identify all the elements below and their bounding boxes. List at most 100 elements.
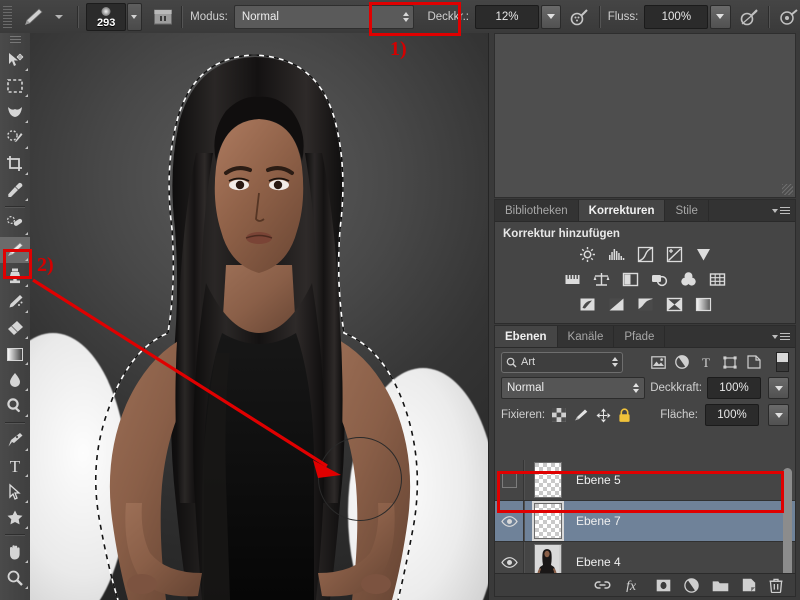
brightness-contrast-icon[interactable] bbox=[578, 245, 597, 264]
tab-korrekturen[interactable]: Korrekturen bbox=[578, 200, 666, 221]
tab-ebenen[interactable]: Ebenen bbox=[495, 326, 558, 347]
smart-object-filter-icon[interactable] bbox=[743, 352, 765, 372]
layer-filter-row: Art T bbox=[495, 348, 795, 374]
fill-label: Fläche: bbox=[660, 409, 698, 421]
tool-custom-shape[interactable] bbox=[0, 505, 30, 531]
lock-position-icon[interactable] bbox=[596, 408, 611, 423]
invert-icon[interactable] bbox=[578, 295, 597, 314]
tool-pen[interactable] bbox=[0, 427, 30, 453]
tool-zoom[interactable] bbox=[0, 565, 30, 591]
tool-quick-selection[interactable] bbox=[0, 125, 30, 151]
opacity-dropdown-button[interactable] bbox=[541, 4, 562, 29]
layer-fill-dropdown-button[interactable] bbox=[768, 404, 789, 426]
divider bbox=[5, 206, 25, 208]
brush-preset-picker[interactable] bbox=[16, 5, 48, 29]
tab-label: Ebenen bbox=[505, 330, 547, 343]
opacity-input[interactable]: 12% bbox=[475, 4, 539, 29]
airbrush-icon[interactable] bbox=[738, 5, 761, 29]
table-row[interactable]: Ebene 4 bbox=[495, 542, 795, 574]
panel-menu-icon[interactable] bbox=[772, 206, 790, 215]
shape-layers-filter-icon[interactable] bbox=[719, 352, 741, 372]
selective-color-icon[interactable] bbox=[694, 295, 713, 314]
flow-input[interactable]: 100% bbox=[644, 4, 709, 29]
layer-visibility-toggle[interactable] bbox=[495, 556, 523, 568]
adjustment-layers-filter-icon[interactable] bbox=[671, 352, 693, 372]
divider bbox=[5, 534, 25, 536]
empty-panel[interactable] bbox=[494, 33, 796, 198]
lock-all-icon[interactable] bbox=[618, 407, 631, 423]
color-lookup-icon[interactable] bbox=[708, 270, 727, 289]
brush-size-field[interactable]: 293 bbox=[86, 2, 127, 31]
brush-preset-chevron-down-icon[interactable] bbox=[55, 14, 64, 19]
tool-gradient[interactable] bbox=[0, 341, 30, 367]
tool-blur[interactable] bbox=[0, 367, 30, 393]
layer-style-fx-icon[interactable]: fx bbox=[624, 578, 643, 592]
tab-filler bbox=[709, 200, 795, 221]
layer-thumbnail[interactable] bbox=[534, 544, 562, 574]
tool-crop[interactable] bbox=[0, 151, 30, 177]
new-layer-icon[interactable] bbox=[742, 578, 756, 592]
layer-name[interactable]: Ebene 7 bbox=[576, 514, 621, 528]
lock-transparent-pixels-icon[interactable] bbox=[552, 408, 567, 422]
threshold-icon[interactable] bbox=[636, 295, 655, 314]
tool-healing-brush[interactable] bbox=[0, 211, 30, 237]
pressure-opacity-icon[interactable] bbox=[569, 5, 592, 29]
tool-eyedropper[interactable] bbox=[0, 177, 30, 203]
brush-circle-cursor bbox=[318, 437, 402, 521]
black-white-icon[interactable] bbox=[621, 270, 640, 289]
curves-icon[interactable] bbox=[636, 245, 655, 264]
layer-opacity-input[interactable]: 100% bbox=[707, 377, 761, 399]
color-balance-icon[interactable] bbox=[592, 270, 611, 289]
exposure-icon[interactable] bbox=[665, 245, 684, 264]
layers-scrollbar[interactable] bbox=[783, 468, 792, 574]
tool-path-selection[interactable] bbox=[0, 479, 30, 505]
photo-filter-icon[interactable] bbox=[650, 270, 669, 289]
brush-tip-preview-icon bbox=[101, 6, 111, 16]
type-layers-filter-icon[interactable]: T bbox=[695, 352, 717, 372]
gradient-map-icon[interactable] bbox=[665, 295, 684, 314]
new-fill-adjustment-icon[interactable] bbox=[684, 577, 699, 593]
tool-history-brush[interactable] bbox=[0, 289, 30, 315]
tab-label: Bibliotheken bbox=[505, 204, 568, 217]
brush-panel-toggle-button[interactable] bbox=[151, 5, 174, 29]
hue-saturation-icon[interactable] bbox=[563, 270, 582, 289]
layer-visibility-toggle[interactable] bbox=[495, 515, 523, 527]
tool-rectangular-marquee[interactable] bbox=[0, 73, 30, 99]
panel-resize-grip[interactable] bbox=[782, 184, 793, 195]
tab-kanaele[interactable]: Kanäle bbox=[558, 326, 615, 347]
layer-filter-kind-select[interactable]: Art bbox=[501, 351, 623, 373]
flow-dropdown-button[interactable] bbox=[710, 4, 731, 29]
options-bar-grip[interactable] bbox=[3, 5, 12, 28]
tool-hand[interactable] bbox=[0, 539, 30, 565]
tab-pfade[interactable]: Pfade bbox=[614, 326, 666, 347]
layer-fill-input[interactable]: 100% bbox=[705, 404, 759, 426]
tool-type[interactable]: T bbox=[0, 453, 30, 479]
tab-bibliotheken[interactable]: Bibliotheken bbox=[495, 200, 579, 221]
tab-stile[interactable]: Stile bbox=[665, 200, 709, 221]
new-group-icon[interactable] bbox=[712, 579, 729, 592]
pixel-layers-filter-icon[interactable] bbox=[647, 352, 669, 372]
tool-dodge[interactable] bbox=[0, 393, 30, 419]
tool-move[interactable] bbox=[0, 47, 30, 73]
layer-opacity-dropdown-button[interactable] bbox=[768, 377, 789, 399]
layer-name[interactable]: Ebene 4 bbox=[576, 555, 621, 569]
document-canvas[interactable] bbox=[30, 33, 488, 600]
add-layer-mask-icon[interactable] bbox=[656, 579, 671, 592]
lock-image-pixels-icon[interactable] bbox=[573, 408, 589, 422]
brush-size-stepper[interactable] bbox=[127, 2, 142, 31]
filter-on-off-switch[interactable] bbox=[776, 352, 789, 372]
tool-lasso[interactable] bbox=[0, 99, 30, 125]
panel-menu-icon[interactable] bbox=[772, 332, 790, 341]
channel-mixer-icon[interactable] bbox=[679, 270, 698, 289]
delete-layer-icon[interactable] bbox=[769, 578, 783, 593]
tools-panel-collapse[interactable] bbox=[0, 33, 30, 47]
vibrance-icon[interactable] bbox=[694, 245, 713, 264]
pressure-size-icon[interactable] bbox=[777, 5, 800, 29]
opacity-value: 12% bbox=[495, 10, 519, 23]
tool-eraser[interactable] bbox=[0, 315, 30, 341]
posterize-icon[interactable] bbox=[607, 295, 626, 314]
lock-row: Fixieren: Fläche: 100% bbox=[495, 402, 795, 431]
link-layers-icon[interactable] bbox=[594, 579, 611, 591]
levels-icon[interactable] bbox=[607, 245, 626, 264]
layer-blend-mode-select[interactable]: Normal bbox=[501, 377, 646, 399]
